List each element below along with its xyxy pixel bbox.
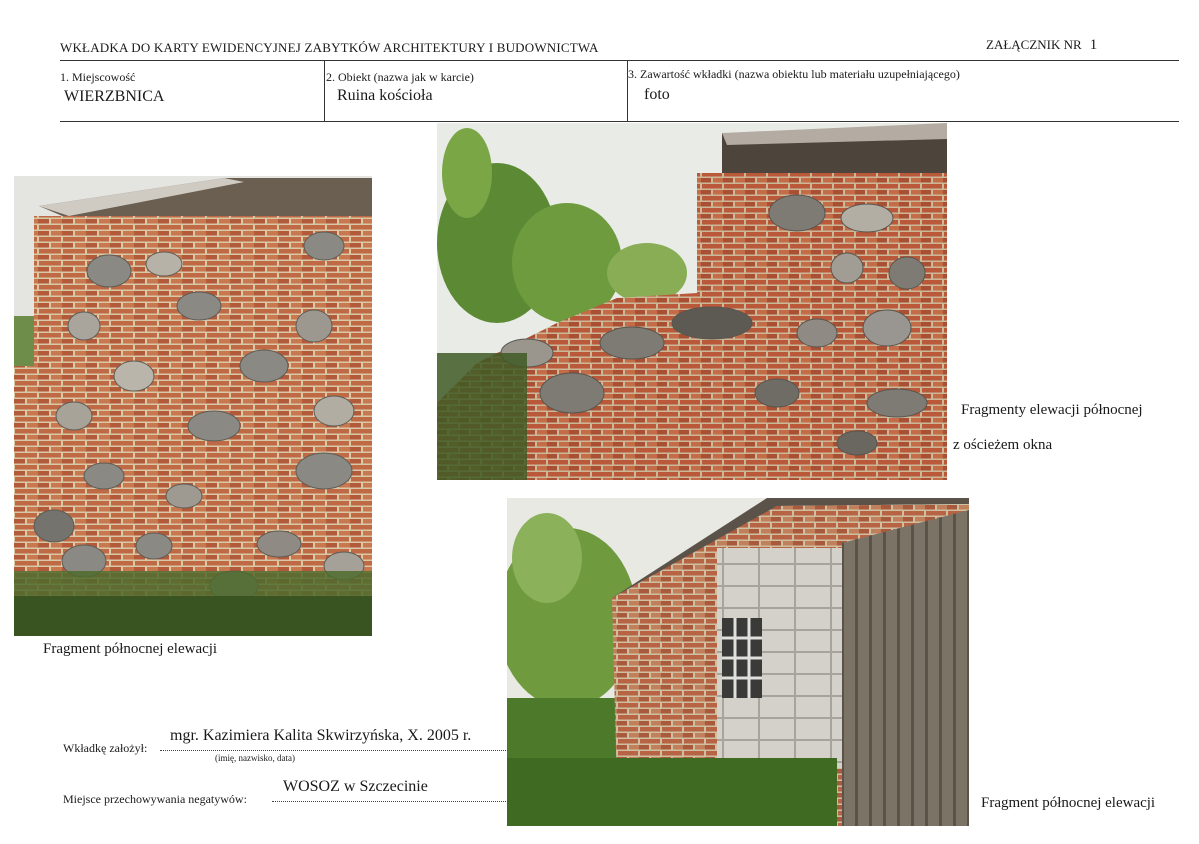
field-location-label: 1. Miejscowość [60,70,136,84]
storage-dotted-line [272,801,508,802]
caption-top-photo-line1: Fragmenty elewacji północnej [961,402,1143,418]
storage-value: WOSOZ w Szczecinie [283,778,428,795]
field-content-label: 3. Zawartość wkładki (nazwa obiektu lub … [628,67,960,81]
photo-left-wall [14,176,372,636]
field-object-value: Ruina kościoła [337,87,433,104]
photo-top-ruin [437,123,947,480]
annex-number: 1 [1089,37,1098,53]
author-dotted-line [160,750,508,751]
annex-label-text: ZAŁĄCZNIK NR [986,37,1082,52]
caption-left-photo: Fragment północnej elewacji [43,641,218,657]
header-bottom-rule [60,121,1179,122]
author-hint: (imię, nazwisko, data) [215,753,295,763]
photo-bottom-wall-door [507,498,969,826]
field-content-value: foto [644,86,670,103]
field-location-value: WIERZBNICA [64,88,165,105]
field-divider-1 [324,60,325,122]
header-top-rule [60,60,1179,61]
caption-bottom-photo: Fragment północnej elewacji [981,795,1156,811]
annex-label: ZAŁĄCZNIK NR 1 [986,37,1097,54]
author-label: Wkładkę założył: [63,741,148,755]
storage-label: Miejsce przechowywania negatywów: [63,792,247,806]
field-object-label: 2. Obiekt (nazwa jak w karcie) [326,70,474,84]
document-title: WKŁADKA DO KARTY EWIDENCYJNEJ ZABYTKÓW A… [60,40,599,55]
author-value: mgr. Kazimiera Kalita Skwirzyńska, X. 20… [170,727,472,744]
document-page: WKŁADKA DO KARTY EWIDENCYJNEJ ZABYTKÓW A… [0,0,1199,844]
caption-top-photo-line2: z ościeżem okna [953,437,1053,453]
